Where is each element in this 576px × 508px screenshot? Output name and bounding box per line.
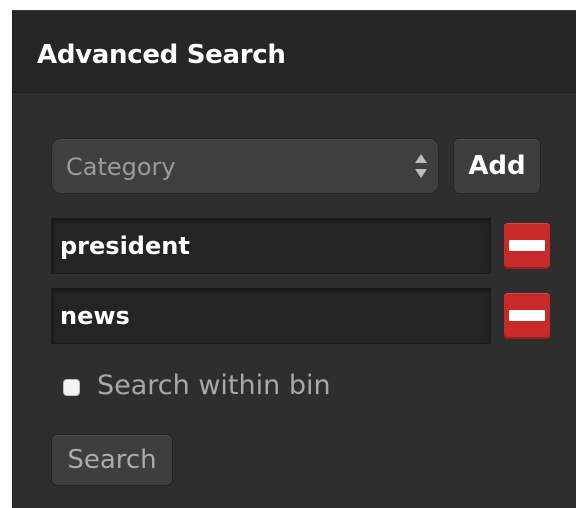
remove-term-button-1[interactable]: [504, 223, 550, 269]
up-down-arrows-icon: [415, 154, 427, 178]
search-button[interactable]: Search: [51, 434, 173, 486]
add-term-button[interactable]: Add: [453, 138, 541, 194]
screenshot-frame: Advanced Search Category Add Search with…: [0, 0, 576, 508]
minus-icon: [509, 310, 545, 321]
search-within-bin-label[interactable]: Search within bin: [97, 370, 331, 401]
remove-term-button-2[interactable]: [504, 293, 550, 339]
category-select[interactable]: Category: [51, 138, 439, 194]
minus-icon: [509, 240, 545, 251]
search-term-input-1[interactable]: [51, 218, 491, 274]
search-within-bin-checkbox[interactable]: [63, 379, 80, 396]
advanced-search-panel: Advanced Search Category Add Search with…: [12, 10, 576, 508]
panel-header: Advanced Search: [13, 10, 576, 93]
panel-title: Advanced Search: [37, 40, 286, 70]
category-select-value: Category: [66, 153, 176, 181]
search-term-input-2[interactable]: [51, 288, 491, 344]
